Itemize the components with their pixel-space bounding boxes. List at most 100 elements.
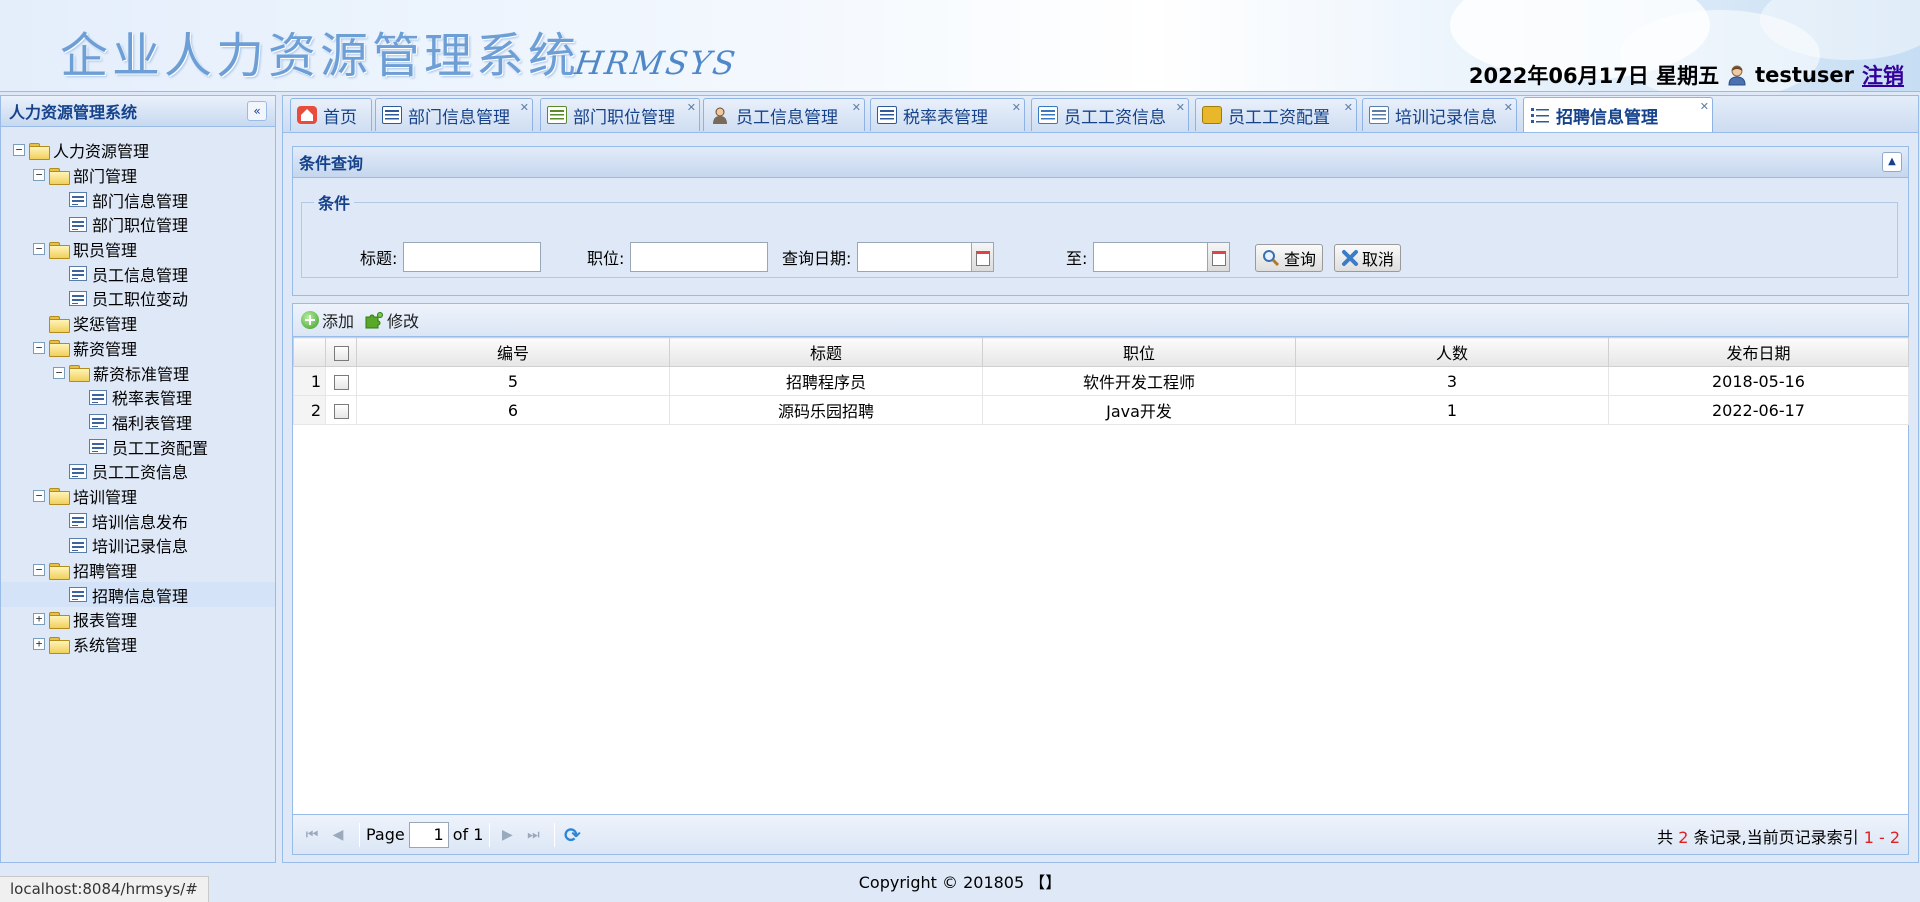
tree-item[interactable]: + 报表管理	[1, 607, 275, 632]
calendar-icon[interactable]	[971, 242, 995, 272]
date-to-picker	[1093, 242, 1231, 272]
tree-item[interactable]: + 系统管理	[1, 632, 275, 657]
column-header[interactable]: 编号	[356, 337, 670, 367]
nav-tree: − 人力资源管理 − 部门管理 部门信息管理 部门职位管理 − 职员管理 员工信息管理 员工职位变…	[1, 128, 275, 862]
tab-label: 部门信息管理	[408, 107, 510, 128]
tree-item[interactable]: 员工职位变动	[1, 286, 275, 311]
tree-item[interactable]: 员工工资信息	[1, 459, 275, 484]
page-number-input[interactable]	[408, 821, 449, 848]
page-icon	[89, 389, 107, 405]
close-tab-icon[interactable]: ✕	[1344, 102, 1353, 113]
collapse-icon[interactable]: −	[33, 564, 45, 577]
column-header[interactable]: 发布日期	[1608, 337, 1909, 367]
tree-item[interactable]: − 人力资源管理	[1, 138, 275, 163]
close-tab-icon[interactable]: ✕	[1700, 101, 1709, 112]
collapse-query-button[interactable]: ▲	[1882, 152, 1902, 172]
close-tab-icon[interactable]: ✕	[520, 102, 529, 113]
tree-item[interactable]: − 培训管理	[1, 484, 275, 509]
position-input[interactable]	[630, 242, 769, 272]
page-icon	[89, 439, 107, 455]
expand-icon[interactable]: +	[33, 613, 45, 626]
column-header[interactable]: 标题	[669, 337, 983, 367]
tree-item[interactable]: 培训记录信息	[1, 533, 275, 558]
page-icon	[69, 513, 87, 529]
tree-item[interactable]: − 部门管理	[1, 163, 275, 188]
collapse-icon[interactable]: −	[33, 489, 45, 502]
tab[interactable]: 招聘信息管理 ✕	[1523, 97, 1713, 132]
tree-item[interactable]: 税率表管理	[1, 385, 275, 410]
logout-link[interactable]: 注销	[1862, 60, 1904, 90]
system-title: 企业人力资源管理系统	[60, 28, 581, 84]
rownum-header	[293, 337, 326, 367]
folder-icon	[49, 315, 70, 333]
expand-icon[interactable]: +	[33, 638, 45, 651]
prev-page-icon[interactable]: ◀	[327, 824, 349, 846]
tab[interactable]: 部门信息管理 ✕	[375, 98, 533, 131]
title-input[interactable]	[403, 242, 542, 272]
close-tab-icon[interactable]: ✕	[687, 102, 696, 113]
position-label: 职位:	[587, 249, 625, 268]
cancel-button[interactable]: 取消	[1334, 244, 1402, 272]
close-tab-icon[interactable]: ✕	[1012, 102, 1021, 113]
add-button-label: 添加	[322, 312, 355, 331]
refresh-icon[interactable]: ⟳	[561, 823, 583, 847]
tab-label: 培训记录信息	[1395, 107, 1497, 128]
row-number: 2	[293, 395, 326, 425]
table-row[interactable]: 1 5 招聘程序员 软件开发工程师 3 2018-05-16	[293, 366, 1909, 396]
close-tab-icon[interactable]: ✕	[1504, 102, 1513, 113]
tab[interactable]: 员工工资配置 ✕	[1195, 98, 1357, 131]
close-tab-icon[interactable]: ✕	[1176, 102, 1185, 113]
tree-item[interactable]: 培训信息发布	[1, 508, 275, 533]
add-button[interactable]: 添加	[299, 308, 356, 332]
date-to-input[interactable]	[1093, 242, 1208, 272]
edit-button-label: 修改	[387, 312, 420, 331]
table-row[interactable]: 2 6 源码乐园招聘 Java开发 1 2022-06-17	[293, 395, 1909, 425]
pager-info-mid: 条记录,当前页记录索引	[1693, 828, 1859, 847]
tree-item[interactable]: − 薪资标准管理	[1, 360, 275, 385]
tab[interactable]: 员工工资信息 ✕	[1031, 98, 1189, 131]
collapse-icon[interactable]: −	[33, 341, 45, 354]
collapse-icon[interactable]: −	[13, 144, 25, 157]
tree-item[interactable]: 福利表管理	[1, 410, 275, 435]
first-page-icon[interactable]: ⏮	[301, 824, 323, 846]
tab[interactable]: 部门职位管理 ✕	[540, 98, 700, 131]
cell-title: 招聘程序员	[669, 366, 983, 396]
row-checkbox[interactable]	[333, 374, 349, 390]
folder-icon	[49, 241, 70, 259]
edit-button[interactable]: 修改	[362, 308, 421, 332]
tab[interactable]: 培训记录信息 ✕	[1362, 98, 1517, 131]
calendar-icon[interactable]	[1207, 242, 1231, 272]
collapse-sidebar-button[interactable]: «	[247, 101, 267, 121]
row-checkbox[interactable]	[333, 403, 349, 419]
select-all-checkbox[interactable]	[333, 345, 349, 361]
tree-item[interactable]: 奖惩管理	[1, 311, 275, 336]
tree-item[interactable]: − 薪资管理	[1, 336, 275, 361]
date-to-label: 至:	[1066, 249, 1088, 268]
tree-item-label: 税率表管理	[112, 389, 193, 409]
collapse-icon[interactable]: −	[53, 366, 65, 379]
record-range: 1 - 2	[1863, 828, 1900, 847]
collapse-icon[interactable]: −	[33, 243, 45, 256]
close-tab-icon[interactable]: ✕	[852, 102, 861, 113]
tree-item[interactable]: 部门职位管理	[1, 212, 275, 237]
column-header[interactable]: 职位	[982, 337, 1296, 367]
column-header[interactable]: 人数	[1295, 337, 1609, 367]
browser-status-url: localhost:8084/hrmsys/#	[0, 876, 209, 902]
collapse-icon[interactable]: −	[33, 169, 45, 182]
bullet-list-icon	[1530, 106, 1550, 124]
tree-item[interactable]: 员工信息管理	[1, 261, 275, 286]
tree-item[interactable]: 部门信息管理	[1, 187, 275, 212]
last-page-icon[interactable]: ⏭	[522, 824, 544, 846]
tab[interactable]: 税率表管理 ✕	[870, 98, 1025, 131]
search-button[interactable]: 查询	[1255, 244, 1324, 272]
table-header-row: 编号 标题 职位 人数 发布日期	[293, 337, 1909, 367]
tab[interactable]: 员工信息管理 ✕	[703, 98, 865, 131]
next-page-icon[interactable]: ▶	[496, 824, 518, 846]
date-from-input[interactable]	[857, 242, 972, 272]
tree-item[interactable]: 员工工资配置	[1, 434, 275, 459]
tree-item[interactable]: − 职员管理	[1, 237, 275, 262]
tree-item[interactable]: 招聘信息管理	[1, 582, 275, 608]
query-panel: 条件查询 ▲ 条件 标题: 职位: 查询日期: 至: 查询 取消	[292, 146, 1909, 296]
tab[interactable]: 首页	[290, 98, 372, 131]
tree-item[interactable]: − 招聘管理	[1, 558, 275, 583]
